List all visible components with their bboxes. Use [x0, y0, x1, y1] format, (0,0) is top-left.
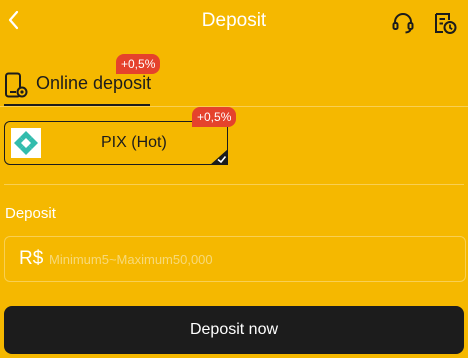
customer-support-button[interactable] [390, 10, 416, 36]
selected-check-icon [210, 149, 228, 165]
tab-label: Online deposit [36, 73, 152, 93]
amount-input[interactable] [49, 245, 449, 273]
pix-logo [11, 128, 41, 158]
divider [4, 184, 464, 185]
method-bonus-badge: +0,5% [192, 107, 237, 127]
phone-icon [5, 72, 28, 98]
currency-symbol: R$ [19, 248, 44, 269]
history-icon [435, 13, 457, 34]
deposit-now-button[interactable]: Deposit now [4, 306, 464, 354]
headset-icon [392, 13, 414, 34]
deposit-amount-field: R$ [4, 236, 466, 282]
payment-method-label: PIX (Hot) [101, 134, 167, 151]
deposit-history-button[interactable] [432, 10, 458, 36]
pix-icon [14, 131, 38, 155]
divider [0, 106, 468, 107]
tab-bonus-badge: +0,5% [116, 54, 161, 74]
deposit-page: Deposit Online deposit +0,5% PIX (Hot) +… [0, 0, 468, 358]
deposit-label: Deposit [5, 205, 56, 222]
header: Deposit [0, 0, 468, 44]
payment-method-pix[interactable]: PIX (Hot) [4, 121, 228, 165]
